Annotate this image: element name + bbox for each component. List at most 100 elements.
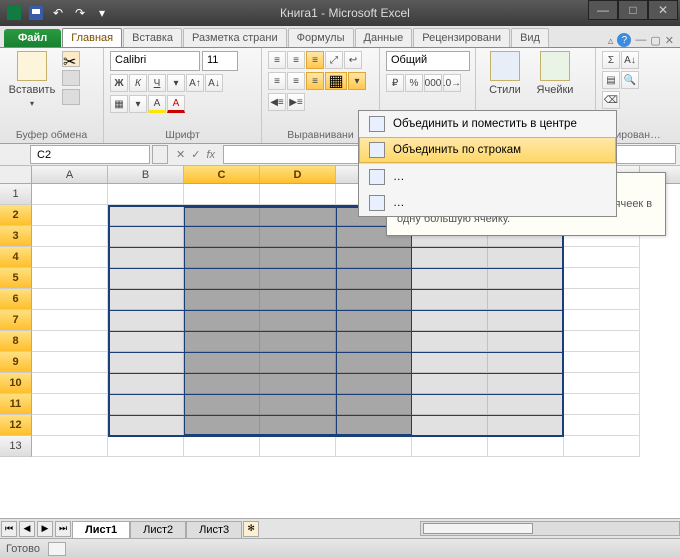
cell[interactable] <box>32 310 108 331</box>
col-head-b[interactable]: B <box>108 166 184 183</box>
align-right-icon[interactable]: ≡ <box>306 72 324 90</box>
cell[interactable] <box>184 184 260 205</box>
tab-view[interactable]: Вид <box>511 28 549 47</box>
align-top-icon[interactable]: ≡ <box>268 51 286 69</box>
merge-across-item[interactable]: Объединить по строкам <box>359 137 616 163</box>
cell[interactable] <box>184 436 260 457</box>
row-head[interactable]: 10 <box>0 373 32 394</box>
doc-minimize-icon[interactable]: — <box>635 34 646 46</box>
currency-icon[interactable]: ₽ <box>386 74 404 92</box>
row-head[interactable]: 11 <box>0 394 32 415</box>
paste-button[interactable]: Вставить ▾ <box>6 51 58 128</box>
row-head[interactable]: 12 <box>0 415 32 436</box>
cell[interactable] <box>564 268 640 289</box>
sheet-tab-1[interactable]: Лист1 <box>72 521 130 538</box>
cell[interactable] <box>32 226 108 247</box>
cell[interactable] <box>564 289 640 310</box>
number-format-combo[interactable]: Общий <box>386 51 470 71</box>
merge-center-item[interactable]: Объединить и поместить в центре <box>359 111 616 137</box>
row-head[interactable]: 2 <box>0 205 32 226</box>
save-icon[interactable] <box>28 5 44 21</box>
col-head-c[interactable]: C <box>184 166 260 183</box>
cell[interactable] <box>32 352 108 373</box>
cell[interactable] <box>564 415 640 436</box>
col-head-d[interactable]: D <box>260 166 336 183</box>
row-head[interactable]: 1 <box>0 184 32 205</box>
align-center-icon[interactable]: ≡ <box>287 72 305 90</box>
cell[interactable] <box>488 436 564 457</box>
decrease-indent-icon[interactable]: ◀≡ <box>268 93 286 111</box>
cell[interactable] <box>564 394 640 415</box>
enter-formula-icon[interactable]: ✓ <box>191 148 200 161</box>
cell[interactable] <box>260 184 336 205</box>
fill-icon[interactable]: ▤ <box>602 71 620 89</box>
cell[interactable] <box>564 247 640 268</box>
format-painter-icon[interactable] <box>62 89 80 105</box>
cancel-formula-icon[interactable]: ✕ <box>176 148 185 161</box>
cell[interactable] <box>564 331 640 352</box>
tab-file[interactable]: Файл <box>4 29 61 47</box>
row-head[interactable]: 6 <box>0 289 32 310</box>
row-head[interactable]: 4 <box>0 247 32 268</box>
help-icon[interactable]: ? <box>617 33 631 47</box>
hscroll-thumb[interactable] <box>423 523 533 534</box>
percent-icon[interactable]: % <box>405 74 423 92</box>
grow-font-icon[interactable]: A↑ <box>186 74 204 92</box>
font-size-combo[interactable]: 11 <box>202 51 238 71</box>
row-head[interactable]: 13 <box>0 436 32 457</box>
row-head[interactable]: 3 <box>0 226 32 247</box>
minimize-button[interactable]: — <box>588 0 618 20</box>
merge-cells-item[interactable]: … <box>359 163 616 190</box>
align-bottom-icon[interactable]: ≡ <box>306 51 324 69</box>
border-split-icon[interactable]: ▾ <box>167 74 185 92</box>
merge-dropdown-icon[interactable]: ▾ <box>348 72 366 90</box>
borders-dd-icon[interactable]: ▾ <box>129 95 147 113</box>
tab-insert[interactable]: Вставка <box>123 28 182 47</box>
increase-decimal-icon[interactable]: .0→ <box>443 74 461 92</box>
record-macro-icon[interactable] <box>48 542 66 556</box>
row-head[interactable]: 5 <box>0 268 32 289</box>
tab-review[interactable]: Рецензировани <box>413 28 510 47</box>
orientation-icon[interactable]: ⤢ <box>325 51 343 69</box>
cell[interactable] <box>32 289 108 310</box>
cell[interactable] <box>108 436 184 457</box>
merge-cells-button[interactable]: ▦ <box>325 72 347 90</box>
cut-icon[interactable]: ✂ <box>62 51 80 67</box>
col-head-a[interactable]: A <box>32 166 108 183</box>
row-head[interactable]: 9 <box>0 352 32 373</box>
unmerge-cells-item[interactable]: … <box>359 190 616 216</box>
sheet-nav-last-icon[interactable]: ⏭ <box>55 521 71 537</box>
cell[interactable] <box>108 184 184 205</box>
align-left-icon[interactable]: ≡ <box>268 72 286 90</box>
cell[interactable] <box>412 436 488 457</box>
underline-button[interactable]: Ч <box>148 74 166 92</box>
copy-icon[interactable] <box>62 70 80 86</box>
autosum-icon[interactable]: Σ <box>602 51 620 69</box>
tab-page-layout[interactable]: Разметка страни <box>183 28 287 47</box>
cell[interactable] <box>32 331 108 352</box>
font-color-icon[interactable]: A <box>167 95 185 113</box>
doc-restore-icon[interactable]: ▢ <box>650 34 660 47</box>
cell[interactable] <box>564 436 640 457</box>
horizontal-scrollbar[interactable] <box>420 521 680 536</box>
cell[interactable] <box>32 247 108 268</box>
borders-icon[interactable]: ▦ <box>110 95 128 113</box>
shrink-font-icon[interactable]: A↓ <box>205 74 223 92</box>
maximize-button[interactable]: □ <box>618 0 648 20</box>
cell[interactable] <box>32 268 108 289</box>
cell[interactable] <box>336 436 412 457</box>
close-button[interactable]: ✕ <box>648 0 678 20</box>
cell[interactable] <box>564 352 640 373</box>
cell[interactable] <box>32 184 108 205</box>
comma-icon[interactable]: 000 <box>424 74 442 92</box>
undo-icon[interactable]: ↶ <box>50 5 66 21</box>
qa-dropdown-icon[interactable]: ▾ <box>94 5 110 21</box>
cell[interactable] <box>32 415 108 436</box>
tab-data[interactable]: Данные <box>355 28 413 47</box>
italic-button[interactable]: К <box>129 74 147 92</box>
bold-button[interactable]: Ж <box>110 74 128 92</box>
clear-icon[interactable]: ⌫ <box>602 91 620 109</box>
new-sheet-icon[interactable]: ✻ <box>243 521 259 537</box>
sheet-tab-2[interactable]: Лист2 <box>130 521 186 538</box>
cell[interactable] <box>32 436 108 457</box>
